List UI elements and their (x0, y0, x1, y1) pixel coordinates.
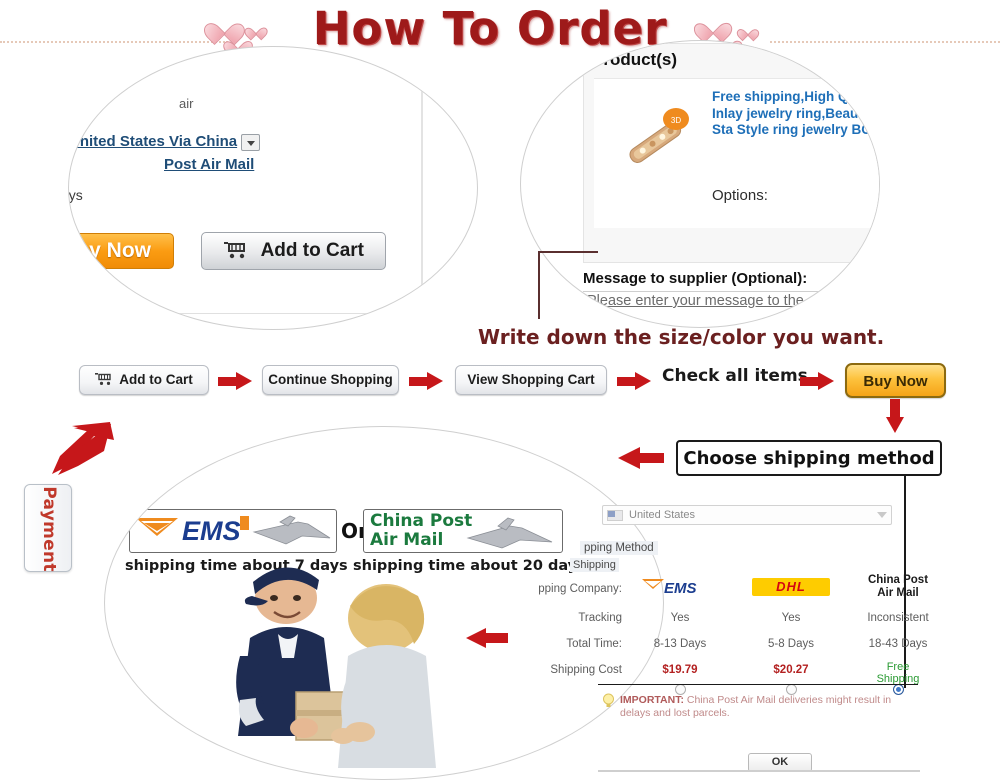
product-page-zoom-bubble: air hipping to United States Via China P… (68, 46, 478, 330)
wishlist-count: (0 Adds) (69, 286, 106, 303)
free-shipping-line1: Free (886, 661, 910, 673)
cell-tracking-china-post: Inconsistent (867, 612, 929, 624)
air-text-fragment: air (179, 96, 194, 111)
china-post-header-line1: China Post (867, 574, 929, 586)
delivery-illustration (200, 560, 450, 780)
panel-edge (421, 51, 423, 301)
country-select[interactable]: United States (602, 505, 892, 525)
products-header: Product(s) (592, 50, 677, 69)
china-post-line2: Air Mail (370, 530, 444, 550)
flow-buy-now-button[interactable]: Buy Now (845, 363, 946, 398)
connector-line-horizontal (538, 251, 598, 253)
china-post-header-line2: Air Mail (877, 587, 919, 599)
arrow-left-icon (466, 628, 508, 648)
divider (69, 313, 477, 314)
important-label: IMPORTANT: (620, 694, 684, 706)
cell-cost-china-post: Free Shipping (855, 661, 941, 685)
country-value: United States (629, 509, 696, 521)
cell-total-time-dhl: 5-8 Days (767, 638, 815, 650)
message-to-supplier-header: Message to supplier (Optional): (583, 270, 808, 287)
message-placeholder: Please enter your message to the s (587, 293, 815, 309)
product-row: 3D Free shipping,High Qua. 18K Gold Inla… (594, 78, 879, 228)
products-panel: Product(s) 3D Free shipping,High Qua. 1 … (583, 43, 879, 263)
connector-line-vertical (538, 251, 540, 319)
heart-icon (740, 24, 753, 35)
cell-cost-dhl: $20.27 (773, 664, 809, 676)
payment-label: Payment (39, 486, 59, 572)
arrow-down-icon (886, 399, 904, 433)
choose-shipping-method-box[interactable]: Choose shipping method (676, 440, 942, 476)
shipping-method-panel: United States pping Method Shipping ppin… (520, 498, 929, 784)
heart-icon (210, 14, 236, 36)
row-label-shipping-company: pping Company: (538, 583, 622, 595)
arrow-right-icon (409, 372, 443, 390)
cell-tracking-dhl: Yes (781, 612, 801, 624)
divider (598, 684, 918, 685)
shipping-method-title: pping Method (580, 541, 658, 555)
china-post-line1: China Post (370, 511, 473, 531)
arrow-right-icon (617, 372, 651, 390)
flow-continue-shopping-button[interactable]: Continue Shopping (262, 365, 399, 395)
arrow-right-icon (800, 372, 834, 390)
cell-tracking-ems: Yes (670, 612, 690, 624)
arrow-down-left-icon (48, 418, 114, 480)
buyer-protection-note: It's FREE (69, 324, 118, 329)
heart-icon (248, 22, 262, 34)
cell-total-time-ems: 8-13 Days (653, 638, 707, 650)
shipping-method-subtitle: Shipping (570, 558, 619, 572)
arrow-right-icon (218, 372, 252, 390)
panel-edge (598, 770, 920, 772)
message-placeholder-underline: Please enter your message to the s (587, 293, 816, 309)
cart-products-zoom-bubble: Product(s) 3D Free shipping,High Qua. 1 … (520, 40, 880, 328)
buyer-protection-row: tion It's FREE (69, 323, 118, 329)
wishlist-row[interactable]: sh List (0 Adds) (69, 286, 106, 304)
svg-text:EMS: EMS (664, 580, 697, 597)
cell-total-time-china-post: 18-43 Days (868, 638, 928, 650)
how-to-order-infographic: How To Order air hipping to United State… (0, 0, 1000, 784)
chevron-down-icon[interactable] (877, 512, 887, 518)
write-size-color-note: Write down the size/color you want. (478, 325, 885, 349)
lightbulb-icon (602, 693, 615, 708)
china-post-column-header: China Post Air Mail (850, 574, 946, 600)
shopping-cart-icon (95, 368, 113, 396)
add-to-cart-button[interactable]: Add to Cart (201, 232, 386, 270)
arrow-left-icon (618, 447, 664, 469)
dispatch-time-text: t within 5 days (68, 187, 83, 203)
cell-cost-ems: $19.79 (662, 664, 698, 676)
row-label-shipping-cost: Shipping Cost (550, 664, 622, 676)
china-post-logo-text: China Post Air Mail (370, 512, 472, 550)
options-label: Options: (712, 187, 768, 204)
flow-view-shopping-cart-button[interactable]: View Shopping Cart (455, 365, 607, 395)
shipping-to-line: hipping to United States Via China (69, 133, 464, 151)
flow-add-to-cart-label: Add to Cart (119, 372, 193, 387)
dhl-logo-icon: DHL (752, 578, 830, 596)
product-title[interactable]: Free shipping,High Qua. 18K Gold Inlay j… (712, 89, 879, 139)
shipping-destination-link-line2[interactable]: Post Air Mail (164, 156, 254, 173)
product-thumbnail: 3D (612, 97, 698, 179)
payment-step-box[interactable]: Payment (24, 484, 72, 572)
buy-now-button[interactable]: y Now (69, 233, 174, 269)
row-label-total-time: Total Time: (566, 638, 622, 650)
flag-icon (607, 510, 623, 521)
flow-add-to-cart-button[interactable]: Add to Cart (79, 365, 209, 395)
check-all-items-label: Check all items (662, 366, 808, 386)
heart-icon (700, 14, 724, 35)
shipping-destination-link[interactable]: United States Via China (69, 133, 237, 150)
svg-text:3D: 3D (671, 116, 681, 125)
add-to-cart-label: Add to Cart (260, 240, 364, 261)
shopping-cart-icon (223, 236, 247, 272)
chevron-down-icon[interactable] (241, 133, 261, 151)
important-notice: IMPORTANT: China Post Air Mail deliverie… (620, 694, 910, 720)
row-label-tracking: Tracking (578, 612, 622, 624)
title-dotted-line-left (0, 41, 228, 43)
svg-text:EMS: EMS (182, 516, 241, 546)
ems-logo-icon: EMS (640, 576, 720, 598)
ems-logo-box: EMS (129, 509, 337, 553)
